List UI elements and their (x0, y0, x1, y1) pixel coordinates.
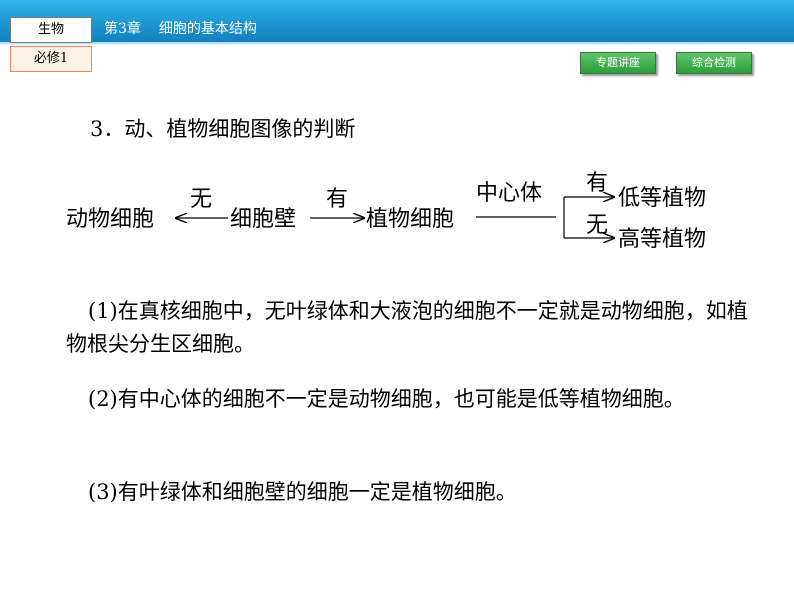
paragraph-2: (2)有中心体的细胞不一定是动物细胞，也可能是低等植物细胞。 (66, 383, 766, 416)
comprehensive-test-button[interactable]: 综合检测 (676, 52, 752, 74)
chapter-number: 第3章 (104, 21, 141, 37)
paragraph-2-text: (2)有中心体的细胞不一定是动物细胞，也可能是低等植物细胞。 (88, 387, 685, 411)
centrosome-label: 中心体 (476, 181, 542, 206)
animal-cell-label: 动物细胞 (66, 207, 154, 232)
lower-plant-label: 低等植物 (618, 186, 706, 211)
higher-plant-label: 高等植物 (618, 227, 706, 252)
branch-yes-label: 有 (586, 171, 608, 196)
plant-cell-label: 植物细胞 (366, 207, 454, 232)
paragraph-1-text: (1)在真核细胞中，无叶绿体和大液泡的细胞不一定就是动物细胞，如植物根尖分生区细… (66, 299, 748, 356)
branch-no-label: 无 (586, 213, 608, 238)
no-wall-label: 无 (190, 187, 212, 212)
subject-tag: 生物 (10, 17, 92, 43)
paragraph-1: (1)在真核细胞中，无叶绿体和大液泡的细胞不一定就是动物细胞，如植物根尖分生区细… (66, 295, 766, 361)
topic-lecture-button[interactable]: 专题讲座 (580, 52, 656, 74)
cell-wall-label: 细胞壁 (230, 207, 296, 232)
paragraph-3: (3)有叶绿体和细胞壁的细胞一定是植物细胞。 (66, 476, 766, 509)
section-heading: 3．动、植物细胞图像的判断 (90, 117, 356, 141)
has-wall-label: 有 (326, 187, 348, 212)
paragraph-3-text: (3)有叶绿体和细胞壁的细胞一定是植物细胞。 (88, 480, 517, 504)
chapter-title: 第3章 细胞的基本结构 (104, 18, 275, 38)
cell-judgment-diagram: 动物细胞 无 细胞壁 有 植物细胞 中心体 有 无 低等植物 高等植物 (66, 171, 706, 252)
chapter-name: 细胞的基本结构 (158, 21, 257, 37)
book-tag: 必修1 (10, 46, 92, 72)
banner-shadow (0, 42, 794, 46)
